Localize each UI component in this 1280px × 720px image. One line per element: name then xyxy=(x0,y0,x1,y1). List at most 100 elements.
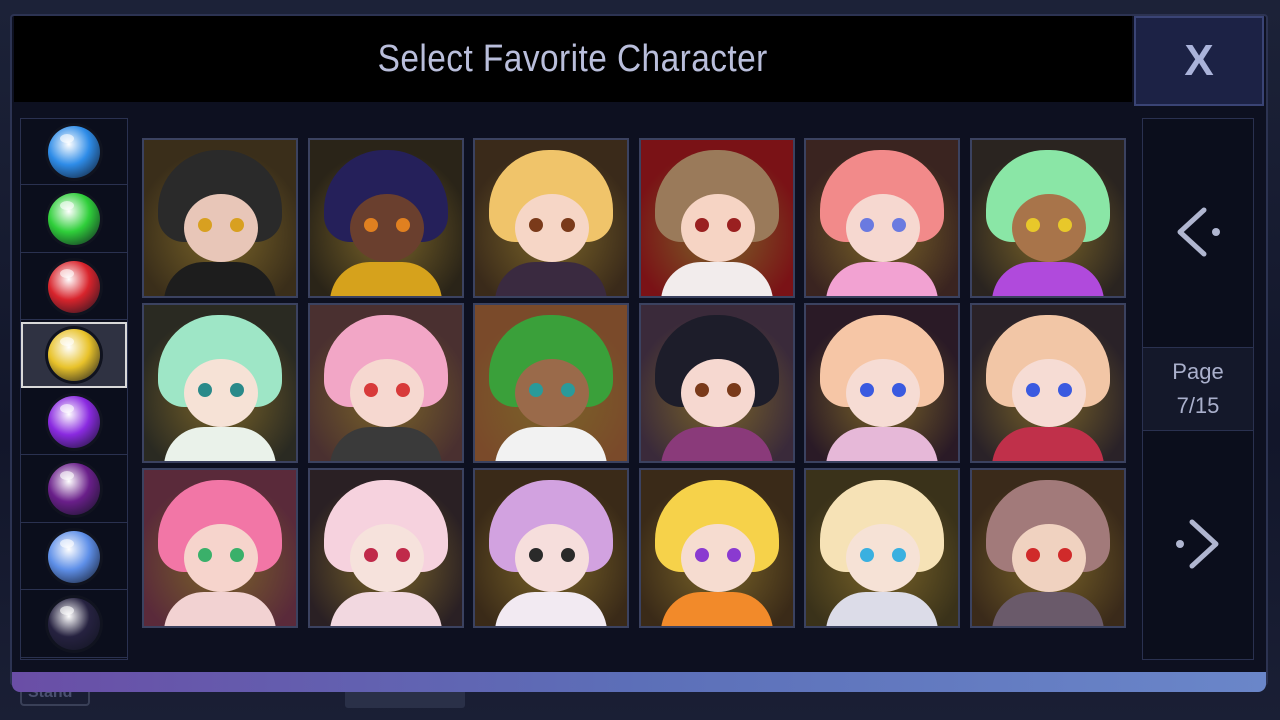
character-eye xyxy=(198,383,212,397)
character-outfit xyxy=(992,427,1104,461)
character-face xyxy=(846,194,921,262)
character-card[interactable] xyxy=(970,468,1126,628)
character-eye xyxy=(694,218,709,232)
character-face xyxy=(515,194,590,262)
character-eye xyxy=(395,548,410,562)
character-outfit xyxy=(164,592,276,626)
page-label: Page xyxy=(1172,359,1224,384)
character-face xyxy=(349,359,424,427)
character-card[interactable] xyxy=(638,138,795,298)
character-eye xyxy=(1058,218,1072,232)
character-eye xyxy=(198,548,212,562)
character-eye xyxy=(1058,383,1072,397)
character-card[interactable] xyxy=(970,303,1126,463)
character-eye xyxy=(694,383,709,397)
page-navigation: Page 7/15 xyxy=(1142,118,1254,660)
character-face xyxy=(184,194,258,262)
character-card[interactable] xyxy=(142,468,298,628)
character-face xyxy=(680,194,755,262)
character-card[interactable] xyxy=(804,303,961,463)
character-face xyxy=(680,524,755,592)
swirl-icon xyxy=(48,530,100,583)
page-indicator: Page 7/15 xyxy=(1143,347,1253,431)
character-eye xyxy=(363,383,378,397)
element-filter-light[interactable] xyxy=(21,321,127,388)
character-eye xyxy=(363,218,378,232)
next-page-button[interactable] xyxy=(1143,431,1253,657)
water-drop-icon xyxy=(48,125,100,178)
character-outfit xyxy=(826,262,939,296)
character-card[interactable] xyxy=(473,303,630,463)
character-card[interactable] xyxy=(142,303,298,463)
character-face xyxy=(846,524,921,592)
crescent-icon xyxy=(48,395,100,448)
character-eye xyxy=(395,218,410,232)
element-filter-nature[interactable] xyxy=(21,187,127,253)
character-card[interactable] xyxy=(804,138,961,298)
flame-icon xyxy=(48,260,100,313)
character-outfit xyxy=(826,592,939,626)
character-outfit xyxy=(826,427,939,461)
character-grid xyxy=(142,138,1132,628)
character-card[interactable] xyxy=(970,138,1126,298)
element-filter-water[interactable] xyxy=(21,119,127,185)
character-face xyxy=(349,524,424,592)
character-eye xyxy=(395,383,410,397)
character-card[interactable] xyxy=(307,303,464,463)
character-card[interactable] xyxy=(473,468,630,628)
star-sigil-icon xyxy=(48,463,100,515)
character-card[interactable] xyxy=(473,138,630,298)
character-outfit xyxy=(329,427,442,461)
character-face xyxy=(515,359,590,427)
element-filter-fire[interactable] xyxy=(21,254,127,320)
element-filter-void[interactable] xyxy=(21,389,127,455)
dialog-title: Select Favorite Character xyxy=(377,37,769,80)
character-outfit xyxy=(329,592,442,626)
character-face xyxy=(184,524,258,592)
character-outfit xyxy=(660,592,773,626)
character-face xyxy=(680,359,755,427)
character-card[interactable] xyxy=(638,303,795,463)
character-eye xyxy=(198,218,212,232)
character-card[interactable] xyxy=(307,468,464,628)
character-eye xyxy=(726,383,741,397)
character-outfit xyxy=(164,427,276,461)
dialog-header: Select Favorite Character xyxy=(14,16,1132,102)
element-filter-sidebar xyxy=(20,118,128,660)
element-filter-dark[interactable] xyxy=(21,457,127,523)
chevron-left-icon xyxy=(1177,207,1220,257)
character-face xyxy=(1012,524,1086,592)
panel-bottom-trim xyxy=(12,672,1266,692)
character-eye xyxy=(1026,548,1040,562)
character-outfit xyxy=(992,262,1104,296)
character-card[interactable] xyxy=(638,468,795,628)
character-card[interactable] xyxy=(804,468,961,628)
character-card[interactable] xyxy=(307,138,464,298)
element-filter-air[interactable] xyxy=(21,524,127,590)
close-button[interactable]: X xyxy=(1134,16,1264,106)
character-card[interactable] xyxy=(142,138,298,298)
page-number: 7/15 xyxy=(1176,393,1220,418)
character-outfit xyxy=(660,262,773,296)
character-outfit xyxy=(495,592,608,626)
element-filter-shadow[interactable] xyxy=(21,592,127,658)
chevron-right-icon xyxy=(1176,519,1219,569)
leaf-icon xyxy=(48,193,100,245)
character-eye xyxy=(694,548,709,562)
close-icon: X xyxy=(1184,36,1214,85)
sun-icon xyxy=(48,328,100,381)
character-outfit xyxy=(329,262,442,296)
character-eye xyxy=(230,548,244,562)
character-eye xyxy=(726,548,741,562)
character-outfit xyxy=(495,262,608,296)
character-face xyxy=(1012,194,1086,262)
character-face xyxy=(184,359,258,427)
character-outfit xyxy=(495,427,608,461)
prev-page-button[interactable] xyxy=(1143,119,1253,345)
character-face xyxy=(515,524,590,592)
character-face xyxy=(846,359,921,427)
character-eye xyxy=(1058,548,1072,562)
character-outfit xyxy=(164,262,276,296)
character-eye xyxy=(230,383,244,397)
character-eye xyxy=(1026,383,1040,397)
